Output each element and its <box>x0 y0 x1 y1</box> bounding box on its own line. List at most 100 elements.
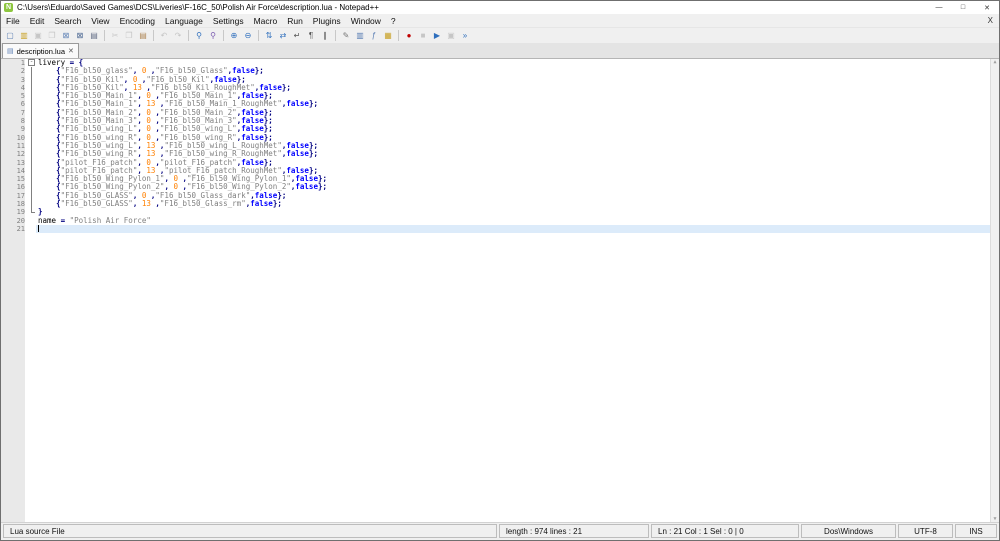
sync-vertical-icon[interactable]: ⇅ <box>263 30 275 42</box>
menu-item-macro[interactable]: Macro <box>249 16 283 26</box>
bookmark-margin[interactable] <box>1 225 9 233</box>
bookmark-margin[interactable] <box>1 84 9 92</box>
zoom-in-icon[interactable]: ⊕ <box>228 30 240 42</box>
fold-margin[interactable] <box>27 183 36 192</box>
menu-item-encoding[interactable]: Encoding <box>115 16 160 26</box>
fold-margin[interactable]: - <box>27 59 36 68</box>
code-line[interactable]: 2 {"F16_bl50_glass", 0 ,"F16_bl50_Glass"… <box>1 67 991 76</box>
code-line[interactable]: 15 {"F16_bl50_Wing_Pylon_1", 0 ,"F16_bl5… <box>1 175 991 184</box>
code-line[interactable]: 4 {"F16_bl50_Kil", 13 ,"F16_bl50_Kil_Rou… <box>1 83 991 93</box>
code-line[interactable]: 18 {"F16_bl50_GLASS", 13 ,"F16_bl50_Glas… <box>1 200 991 209</box>
fold-margin[interactable] <box>27 75 36 84</box>
menu-item-settings[interactable]: Settings <box>208 16 249 26</box>
save-icon[interactable]: ▣ <box>32 30 44 42</box>
word-wrap-icon[interactable]: ↵ <box>291 30 303 42</box>
record-macro-icon[interactable]: ● <box>403 30 415 42</box>
indent-guide-icon[interactable]: ∥ <box>319 30 331 42</box>
fold-margin[interactable] <box>27 125 36 134</box>
bookmark-margin[interactable] <box>1 159 9 167</box>
menu-item-help[interactable]: ? <box>386 16 401 26</box>
bookmark-margin[interactable] <box>1 125 9 133</box>
tab-close-icon[interactable]: ✕ <box>68 47 74 55</box>
fold-margin[interactable] <box>27 83 36 93</box>
fold-margin[interactable] <box>27 150 36 159</box>
bookmark-margin[interactable] <box>1 100 9 108</box>
fold-margin[interactable] <box>27 200 36 209</box>
code-line[interactable]: 5 {"F16_bl50_Main_1", 0 ,"F16_bl50_Main_… <box>1 92 991 101</box>
minimize-button[interactable]: — <box>927 1 951 14</box>
code-line[interactable]: 9 {"F16_bl50_wing_L", 0 ,"F16_bl50_wing_… <box>1 125 991 134</box>
open-file-icon[interactable]: ▥ <box>18 30 30 42</box>
maximize-button[interactable]: □ <box>951 1 975 14</box>
bookmark-margin[interactable] <box>1 134 9 142</box>
fold-margin[interactable] <box>27 108 36 118</box>
code-line[interactable]: 16 {"F16_bl50_Wing_Pylon_2", 0 ,"F16_bl5… <box>1 183 991 192</box>
bookmark-margin[interactable] <box>1 183 9 191</box>
code-editor[interactable]: 1- livery = {2 {"F16_bl50_glass", 0 ,"F16… <box>1 59 999 522</box>
bookmark-margin[interactable] <box>1 175 9 183</box>
fold-margin[interactable] <box>27 166 36 176</box>
scroll-up-icon[interactable]: ▲ <box>993 59 996 65</box>
run-macro-multiple-icon[interactable]: » <box>459 30 471 42</box>
folder-workspace-icon[interactable]: ▦ <box>382 30 394 42</box>
menu-close-icon[interactable]: X <box>982 16 999 25</box>
redo-icon[interactable]: ↷ <box>172 30 184 42</box>
find-icon[interactable]: ⚲ <box>193 30 205 42</box>
bookmark-margin[interactable] <box>1 192 9 200</box>
code-line[interactable]: 13 {"pilot_F16_patch", 0 ,"pilot_F16_pat… <box>1 158 991 167</box>
code-line[interactable]: 6 {"F16_bl50_Main_1", 13 ,"F16_bl50_Main… <box>1 100 991 109</box>
fold-collapse-icon[interactable]: - <box>28 59 35 66</box>
code-line[interactable]: 1- livery = { <box>1 59 991 68</box>
sync-horizontal-icon[interactable]: ⇄ <box>277 30 289 42</box>
bookmark-margin[interactable] <box>1 92 9 100</box>
close-button[interactable]: ✕ <box>975 1 999 14</box>
fold-margin[interactable] <box>27 158 36 167</box>
code-line[interactable]: 19} <box>1 208 991 217</box>
copy-icon[interactable]: ❐ <box>123 30 135 42</box>
print-icon[interactable]: ▤ <box>88 30 100 42</box>
scroll-down-icon[interactable]: ▼ <box>993 516 996 522</box>
stop-recording-icon[interactable]: ■ <box>417 30 429 42</box>
fold-margin[interactable] <box>27 216 36 225</box>
menu-item-search[interactable]: Search <box>49 16 86 26</box>
paste-icon[interactable]: ▤ <box>137 30 149 42</box>
menu-item-plugins[interactable]: Plugins <box>308 16 346 26</box>
menu-item-edit[interactable]: Edit <box>25 16 50 26</box>
bookmark-margin[interactable] <box>1 67 9 75</box>
fold-margin[interactable] <box>27 224 36 234</box>
fold-margin[interactable] <box>27 133 36 142</box>
menu-item-file[interactable]: File <box>1 16 25 26</box>
bookmark-margin[interactable] <box>1 217 9 225</box>
replace-icon[interactable]: ⚲ <box>207 30 219 42</box>
show-all-characters-icon[interactable]: ¶ <box>305 30 317 42</box>
menu-item-run[interactable]: Run <box>282 16 308 26</box>
code-line[interactable]: 20 name = "Polish Air Force" <box>1 216 991 225</box>
bookmark-margin[interactable] <box>1 167 9 175</box>
fold-margin[interactable] <box>27 175 36 184</box>
function-list-icon[interactable]: ƒ <box>368 30 380 42</box>
code-line[interactable]: 7 {"F16_bl50_Main_2", 0 ,"F16_bl50_Main_… <box>1 108 991 118</box>
bookmark-margin[interactable] <box>1 200 9 208</box>
fold-margin[interactable] <box>27 208 36 217</box>
user-defined-language-icon[interactable]: ✎ <box>340 30 352 42</box>
menu-item-language[interactable]: Language <box>160 16 208 26</box>
bookmark-margin[interactable] <box>1 142 9 150</box>
fold-margin[interactable] <box>27 100 36 109</box>
tab-description-lua[interactable]: ▤ description.lua ✕ <box>2 43 79 58</box>
menu-item-window[interactable]: Window <box>346 16 386 26</box>
fold-margin[interactable] <box>27 117 36 126</box>
code-line[interactable]: 3 {"F16_bl50_Kil", 0 ,"F16_bl50_Kil",fal… <box>1 75 991 84</box>
save-macro-icon[interactable]: ▣ <box>445 30 457 42</box>
fold-margin[interactable] <box>27 191 36 201</box>
menu-item-view[interactable]: View <box>86 16 114 26</box>
code-line[interactable]: 17 {"F16_bl50_GLASS", 0 ,"F16_bl50_Glass… <box>1 191 991 201</box>
close-all-documents-icon[interactable]: ⊠ <box>74 30 86 42</box>
zoom-out-icon[interactable]: ⊖ <box>242 30 254 42</box>
bookmark-margin[interactable] <box>1 208 9 216</box>
bookmark-margin[interactable] <box>1 59 9 67</box>
code-line[interactable]: 14 {"pilot_F16_patch", 13 ,"pilot_F16_pa… <box>1 166 991 176</box>
bookmark-margin[interactable] <box>1 150 9 158</box>
vertical-scrollbar[interactable]: ▲ ▼ <box>990 59 999 522</box>
undo-icon[interactable]: ↶ <box>158 30 170 42</box>
code-line[interactable]: 12 {"F16_bl50_wing_R", 13 ,"F16_bl50_win… <box>1 150 991 159</box>
